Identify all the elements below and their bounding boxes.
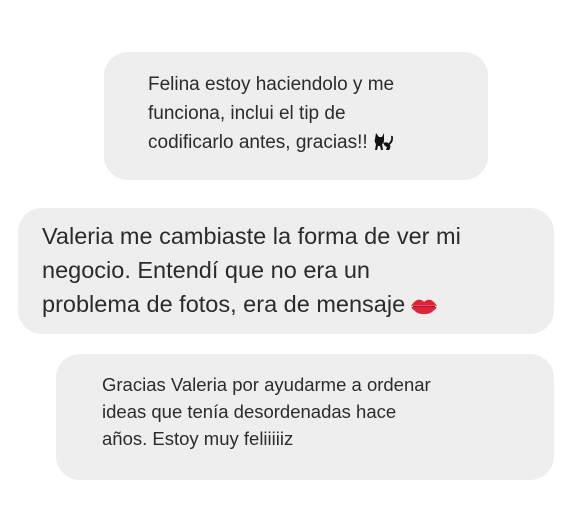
- message-bubble: Felina estoy haciendolo y me funciona, i…: [104, 52, 488, 180]
- message-bubble: Gracias Valeria por ayudarme a ordenar i…: [56, 354, 554, 480]
- message-text: Gracias Valeria por ayudarme a ordenar i…: [102, 374, 431, 449]
- message-bubble: Valeria me cambiaste la forma de ver mi …: [18, 208, 554, 334]
- message-text: Valeria me cambiaste la forma de ver mi …: [42, 219, 538, 324]
- kiss-mark-icon: [410, 290, 438, 324]
- black-cat-icon: [373, 131, 395, 160]
- message-text: Felina estoy haciendolo y me funciona, i…: [148, 70, 466, 160]
